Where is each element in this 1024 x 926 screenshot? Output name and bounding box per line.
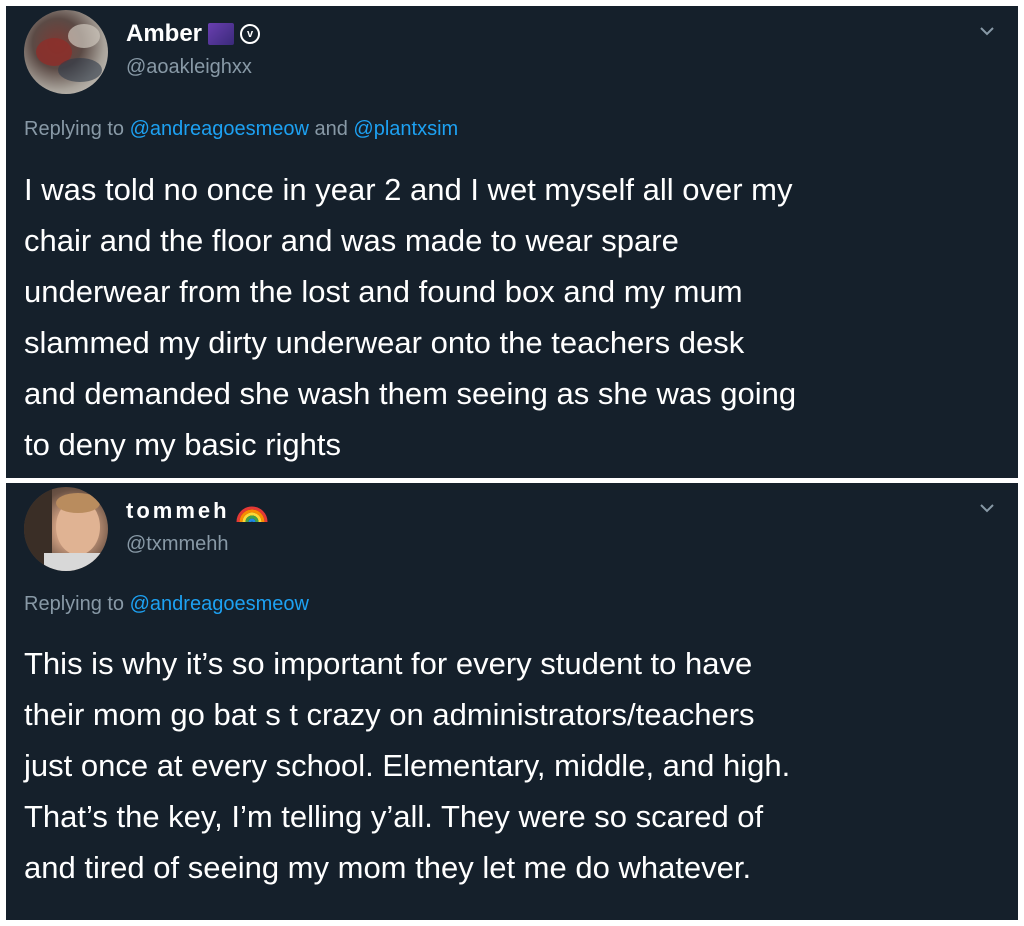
rainbow-emoji-icon [236, 506, 268, 522]
tweet-card[interactable]: tommeh @txmmehh Replying to @andreagoesm… [6, 483, 1018, 920]
chevron-down-icon[interactable] [978, 22, 996, 40]
avatar-image [36, 24, 102, 82]
replying-joiner: and [314, 118, 348, 140]
replying-prefix: Replying to [24, 593, 125, 615]
replying-to-line: Replying to @andreagoesmeow and @plantxs… [24, 118, 458, 141]
mention-link[interactable]: @andreagoesmeow [130, 593, 309, 615]
tweet-card[interactable]: Amber v @aoakleighxx Replying to @andrea… [6, 6, 1018, 478]
avatar[interactable] [24, 487, 108, 571]
avatar[interactable] [24, 10, 108, 94]
mention-link[interactable]: @andreagoesmeow [130, 118, 309, 140]
replying-to-line: Replying to @andreagoesmeow [24, 593, 309, 616]
user-handle[interactable]: @aoakleighxx [126, 56, 252, 79]
display-name[interactable]: tommeh [126, 498, 230, 524]
chevron-down-icon[interactable] [978, 499, 996, 517]
avatar-image [24, 487, 108, 571]
user-handle[interactable]: @txmmehh [126, 533, 229, 556]
replying-prefix: Replying to [24, 118, 125, 140]
tweet-text: This is why it’s so important for every … [24, 646, 791, 885]
tweet-text: I was told no once in year 2 and I wet m… [24, 172, 797, 462]
display-name[interactable]: Amber [126, 20, 202, 48]
galaxy-emoji-icon [208, 23, 235, 45]
mention-link[interactable]: @plantxsim [353, 118, 458, 140]
badge-icon: v [240, 24, 261, 44]
